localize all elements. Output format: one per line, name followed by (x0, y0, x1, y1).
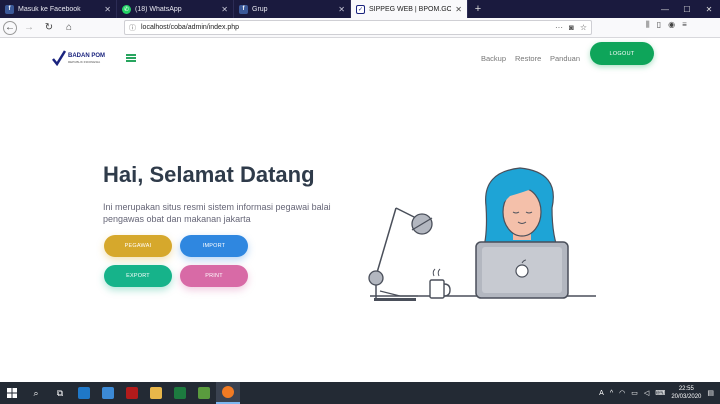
hero-description: Ini merupakan situs resmi sistem informa… (103, 202, 331, 224)
tab-sippeg[interactable]: ✓ SIPPEG WEB | BPOM.GO.ID ✕ (351, 0, 468, 18)
minimize-icon[interactable]: — (654, 0, 676, 18)
pocket-icon[interactable]: ◙ (569, 23, 574, 32)
close-icon[interactable]: ✕ (104, 5, 111, 14)
export-button[interactable]: EXPORT (104, 265, 172, 287)
info-icon[interactable]: ⓘ (129, 23, 136, 33)
bpom-logo-icon (52, 50, 66, 66)
taskbar: ⌕ ⧉ A ^ ◠ ▭ ◁ ⌨ 22:55 20/03/2020 ▤ (0, 382, 720, 404)
hamburger-menu-icon[interactable] (126, 54, 136, 62)
tab-title: SIPPEG WEB | BPOM.GO.ID (369, 5, 452, 13)
notification-icon[interactable]: ▤ (707, 389, 714, 397)
clock-time: 22:55 (678, 386, 694, 392)
logo-text: BADAN POM (68, 52, 105, 59)
language-indicator[interactable]: A (599, 390, 604, 397)
url-bar[interactable]: ⓘ localhost/coba/admin/index.php ··· ◙ ☆ (124, 20, 592, 35)
close-icon[interactable]: ✕ (455, 5, 462, 14)
excel-icon[interactable] (168, 382, 192, 404)
network-icon[interactable]: ◠ (619, 389, 625, 397)
firefox-icon[interactable] (216, 382, 240, 404)
maximize-icon[interactable]: ☐ (676, 0, 698, 18)
close-icon[interactable]: ✕ (221, 5, 228, 14)
maps-icon[interactable] (192, 382, 216, 404)
acrobat-icon[interactable] (120, 382, 144, 404)
menu-panduan[interactable]: Panduan (550, 54, 580, 63)
browser-tools: ⫼ ▯ ◉ ≡ (646, 20, 687, 30)
window-controls: — ☐ ✕ (654, 0, 720, 18)
coffee-mug-icon (429, 268, 451, 299)
laptop-icon (475, 241, 569, 299)
pegawai-button[interactable]: PEGAWAI (104, 235, 172, 257)
tab-grup[interactable]: f Grup ✕ (234, 0, 351, 18)
bookmark-star-icon[interactable]: ☆ (580, 23, 587, 32)
sidebar-icon[interactable]: ▯ (657, 20, 661, 30)
clock[interactable]: 22:55 20/03/2020 (671, 385, 701, 401)
facebook-icon: f (239, 4, 248, 14)
import-button[interactable]: IMPORT (180, 235, 248, 257)
battery-icon[interactable]: ▭ (631, 389, 638, 397)
clock-date: 20/03/2020 (671, 394, 702, 400)
browser-tab-bar: f Masuk ke Facebook ✕ ✆ (18) WhatsApp ✕ … (0, 0, 720, 18)
page-content: BADAN POM REPUBLIK INDONESIA Backup Rest… (0, 38, 720, 382)
close-icon[interactable]: ✕ (338, 5, 345, 14)
tab-whatsapp[interactable]: ✆ (18) WhatsApp ✕ (117, 0, 234, 18)
menu-icon[interactable]: ≡ (682, 20, 687, 30)
task-view-icon[interactable]: ⧉ (48, 382, 72, 404)
facebook-icon: f (5, 4, 14, 14)
store-icon[interactable] (96, 382, 120, 404)
reload-icon[interactable]: ↻ (41, 20, 57, 36)
new-tab-button[interactable]: + (468, 0, 488, 18)
volume-icon[interactable]: ◁ (644, 389, 649, 397)
system-tray: A ^ ◠ ▭ ◁ ⌨ 22:55 20/03/2020 ▤ (599, 382, 720, 404)
close-window-icon[interactable]: ✕ (698, 0, 720, 18)
tab-title: Grup (252, 5, 268, 13)
windows-start-icon[interactable] (0, 382, 24, 404)
back-icon[interactable]: ← (3, 20, 17, 35)
mail-icon[interactable] (72, 382, 96, 404)
url-text[interactable]: localhost/coba/admin/index.php (141, 24, 239, 31)
hero-illustration (368, 167, 596, 301)
print-button[interactable]: PRINT (180, 265, 248, 287)
site-logo[interactable]: BADAN POM REPUBLIK INDONESIA (52, 50, 105, 66)
logout-button[interactable]: LOGOUT (590, 42, 654, 65)
page-actions-icon[interactable]: ··· (555, 23, 563, 32)
keyboard-icon[interactable]: ⌨ (655, 389, 665, 397)
logo-subtext: REPUBLIK INDONESIA (68, 59, 101, 64)
account-icon[interactable]: ◉ (668, 20, 675, 30)
forward-icon[interactable]: → (21, 20, 37, 36)
search-icon[interactable]: ⌕ (24, 382, 48, 404)
library-icon[interactable]: ⫼ (646, 20, 650, 30)
file-explorer-icon[interactable] (144, 382, 168, 404)
page-title: Hai, Selamat Datang (103, 162, 315, 187)
chevron-up-icon[interactable]: ^ (610, 390, 613, 397)
tab-facebook-login[interactable]: f Masuk ke Facebook ✕ (0, 0, 117, 18)
tab-title: (18) WhatsApp (135, 5, 182, 13)
menu-restore[interactable]: Restore (515, 54, 541, 63)
bpom-logo-icon: ✓ (356, 4, 365, 14)
tab-title: Masuk ke Facebook (18, 5, 81, 13)
browser-toolbar: ← → ↻ ⌂ ⓘ localhost/coba/admin/index.php… (0, 18, 720, 38)
menu-backup[interactable]: Backup (481, 54, 506, 63)
whatsapp-icon: ✆ (122, 4, 131, 14)
home-icon[interactable]: ⌂ (61, 20, 77, 36)
desk-lamp-icon (368, 207, 433, 301)
